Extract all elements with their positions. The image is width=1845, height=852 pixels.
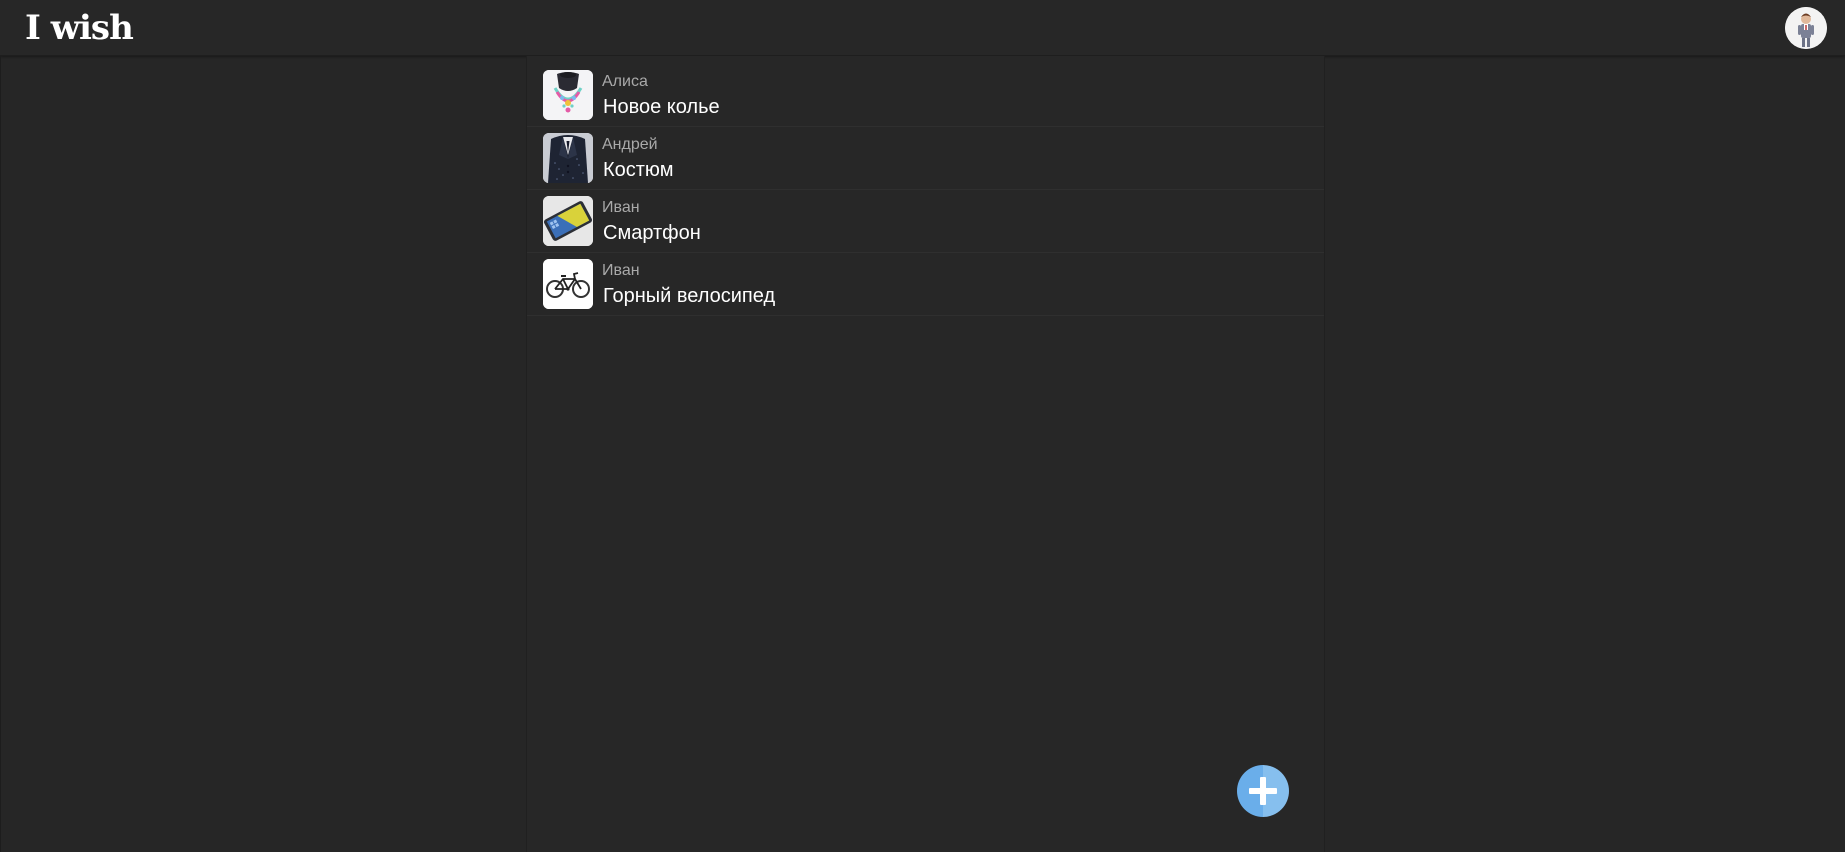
list-item[interactable]: Иван Горный велосипед bbox=[527, 253, 1324, 316]
wish-list: Алиса Новое колье Андрей Костюм Иван Сма… bbox=[527, 64, 1324, 316]
app-header: I wish bbox=[0, 0, 1845, 56]
wish-title: Костюм bbox=[603, 159, 674, 181]
list-item[interactable]: Иван Смартфон bbox=[527, 190, 1324, 253]
list-item[interactable]: Алиса Новое колье bbox=[527, 64, 1324, 127]
wish-title: Новое колье bbox=[603, 96, 720, 118]
wish-owner: Андрей bbox=[602, 136, 658, 153]
user-avatar-icon[interactable] bbox=[1785, 7, 1827, 49]
necklace-icon bbox=[543, 70, 593, 120]
wish-owner: Иван bbox=[602, 262, 640, 279]
add-wish-button[interactable] bbox=[1237, 765, 1289, 817]
wish-title: Смартфон bbox=[603, 222, 701, 244]
wish-title: Горный велосипед bbox=[603, 285, 776, 307]
smartphone-icon bbox=[543, 196, 593, 246]
bicycle-icon bbox=[543, 259, 593, 309]
plus-icon-vertical bbox=[1260, 777, 1266, 805]
app-logo[interactable]: I wish bbox=[25, 6, 134, 50]
list-item[interactable]: Андрей Костюм bbox=[527, 127, 1324, 190]
wish-feed: Алиса Новое колье Андрей Костюм Иван Сма… bbox=[526, 56, 1325, 852]
wish-owner: Алиса bbox=[602, 73, 648, 90]
suit-icon bbox=[543, 133, 593, 183]
wish-owner: Иван bbox=[602, 199, 640, 216]
left-divider bbox=[0, 56, 1, 852]
